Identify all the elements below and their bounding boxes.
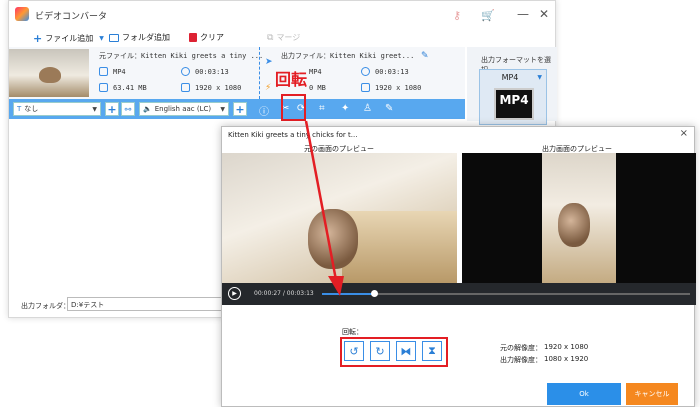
preview-cat — [308, 209, 358, 269]
format-selector[interactable]: MP4 ▼ MP4 — [479, 69, 547, 125]
filesize-icon — [99, 83, 108, 92]
rotate-dialog: Kitten Kiki greets a tiny chicks for t..… — [221, 126, 696, 407]
crop-icon[interactable]: ⌗ — [319, 103, 325, 114]
format-icon — [99, 67, 108, 76]
rotate-right-90-button[interactable]: ↻ — [370, 341, 390, 361]
thumbnail-cat — [39, 67, 61, 83]
add-file-label: ファイル追加 — [45, 34, 94, 43]
subtitle-edit-icon[interactable]: ✎ — [385, 103, 393, 114]
rotate-left-90-button[interactable]: ↺ — [344, 341, 364, 361]
original-resolution-label: 元の解像度： — [500, 344, 542, 352]
speaker-icon: 🔈 — [143, 105, 152, 113]
seek-progress — [322, 293, 374, 295]
rotate-title: 回転： — [342, 328, 363, 336]
add-folder-button[interactable]: フォルダ追加 — [109, 32, 170, 43]
minimize-icon[interactable]: — — [517, 7, 529, 21]
subtitle-select[interactable]: T なし ▼ — [13, 102, 101, 116]
rotated-cat — [558, 203, 590, 247]
link-icon[interactable]: ⚯ — [121, 102, 135, 116]
add-subtitle-button[interactable]: + — [105, 102, 119, 116]
close-icon[interactable]: ✕ — [539, 7, 549, 21]
format-panel: 出力フォーマットを選択 MP4 ▼ MP4 — [467, 47, 557, 125]
key-icon[interactable]: ⚷ — [453, 9, 461, 22]
info-icon[interactable]: ⓘ — [259, 103, 269, 118]
rotate-annotation: 回転 — [275, 70, 308, 89]
seek-handle[interactable] — [370, 290, 378, 297]
source-resolution: 1920 x 1080 — [195, 84, 242, 92]
output-format: MP4 — [309, 68, 322, 76]
app-title: ビデオコンバータ — [35, 12, 108, 22]
output-resolution: 1920 x 1080 — [375, 84, 422, 92]
cancel-button[interactable]: キャンセル — [626, 383, 678, 405]
playback-time: 00:00:27 / 00:03:13 — [254, 290, 314, 297]
add-folder-label: フォルダ追加 — [122, 33, 170, 42]
title-bar: ビデオコンバータ ⚷ 🛒 — ✕ — [9, 1, 555, 29]
chevron-down-icon: ▼ — [537, 74, 542, 81]
audio-select[interactable]: 🔈 English aac (LC) ▼ — [139, 102, 229, 116]
player-bar: ▶ 00:00:27 / 00:03:13 — [222, 283, 696, 305]
original-preview — [222, 153, 457, 283]
output-preview — [462, 153, 696, 283]
audio-value: English aac (LC) — [154, 105, 212, 113]
video-thumbnail[interactable] — [9, 49, 89, 97]
source-size: 63.41 MB — [113, 84, 147, 92]
arrow-right-icon: ➤ — [265, 57, 273, 67]
merge-icon: ⧉ — [267, 32, 274, 43]
edit-pen-icon[interactable]: ✎ — [421, 51, 429, 61]
chevron-down-icon[interactable]: ▼ — [99, 35, 104, 42]
lightning-icon: ⚡ — [265, 83, 272, 93]
clock-icon — [181, 67, 190, 76]
output-folder-field[interactable]: D:¥テスト — [67, 297, 227, 311]
output-folder-label: 出力フォルダ： — [21, 302, 70, 310]
subtitle-value: なし — [24, 105, 39, 113]
resolution-icon — [181, 83, 190, 92]
source-duration: 00:03:13 — [195, 68, 229, 76]
mp4-format-icon: MP4 — [494, 88, 534, 120]
chevron-down-icon: ▼ — [220, 105, 225, 113]
text-icon: T — [17, 105, 22, 113]
file-row[interactable]: 元ファイル：Kitten Kiki greets a tiny ... MP4 … — [9, 47, 465, 99]
output-resolution-icon — [361, 83, 370, 92]
original-resolution: 1920 x 1080 — [544, 343, 589, 351]
edit-bar: T なし ▼ + ⚯ 🔈 English aac (LC) ▼ + ⓘ ✂ ⟳ … — [9, 99, 465, 119]
close-icon[interactable]: × — [680, 128, 688, 139]
merge-button[interactable]: ⧉ マージ — [267, 32, 300, 43]
ok-button[interactable]: Ok — [547, 383, 621, 405]
clear-button[interactable]: クリア — [189, 32, 224, 43]
format-name: MP4 — [501, 73, 519, 82]
output-resolution-label: 出力解像度： — [500, 356, 542, 364]
seek-bar[interactable] — [322, 290, 690, 297]
toolbar: + ファイル追加 ▼ フォルダ追加 クリア ⧉ マージ — [9, 29, 555, 47]
flip-horizontal-button[interactable]: ⧓ — [396, 341, 416, 361]
cart-icon[interactable]: 🛒 — [481, 9, 495, 22]
watermark-icon[interactable]: ♙ — [363, 103, 372, 114]
plus-icon: + — [33, 32, 43, 45]
flip-vertical-button[interactable]: ⧗ — [422, 341, 442, 361]
output-size: 0 MB — [309, 84, 326, 92]
add-audio-button[interactable]: + — [233, 102, 247, 116]
trash-icon — [189, 33, 197, 42]
output-clock-icon — [361, 67, 370, 76]
chevron-down-icon: ▼ — [92, 105, 97, 113]
add-file-button[interactable]: + ファイル追加 ▼ — [33, 32, 104, 45]
app-logo-icon — [15, 7, 29, 21]
source-format: MP4 — [113, 68, 126, 76]
clear-label: クリア — [200, 33, 224, 42]
merge-label: マージ — [276, 33, 301, 42]
output-file-label: 出力ファイル：Kitten Kiki greet... — [281, 52, 415, 60]
dialog-title: Kitten Kiki greets a tiny chicks for t..… — [228, 131, 358, 139]
rotate-highlight — [281, 94, 306, 121]
effect-icon[interactable]: ✦ — [341, 103, 349, 114]
output-resolution-value: 1080 x 1920 — [544, 355, 589, 363]
play-button[interactable]: ▶ — [228, 287, 241, 300]
source-file-label: 元ファイル：Kitten Kiki greets a tiny ... — [99, 52, 264, 60]
folder-icon — [109, 33, 119, 42]
output-duration: 00:03:13 — [375, 68, 409, 76]
preview-bed — [342, 211, 457, 283]
divider — [259, 47, 260, 99]
